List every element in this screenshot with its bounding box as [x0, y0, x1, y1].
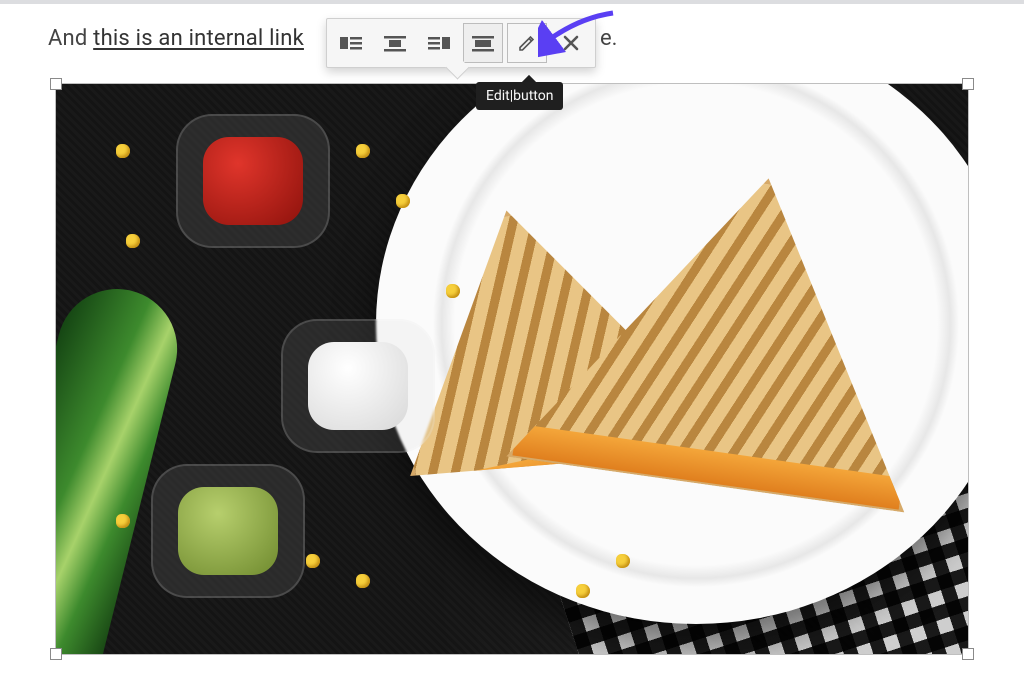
paragraph: And this is an internal link	[48, 26, 304, 51]
align-right-button[interactable]	[419, 23, 459, 63]
pencil-icon	[517, 33, 537, 53]
paragraph-suffix: e.	[600, 26, 617, 51]
resize-handle-bottom-right[interactable]	[962, 648, 974, 660]
tooltip: Edit|button	[476, 82, 563, 110]
image-content	[56, 84, 968, 654]
close-icon	[562, 34, 580, 52]
align-none-button[interactable]	[463, 23, 503, 63]
image-toolbar	[326, 18, 596, 68]
internal-link[interactable]: this is an internal link	[93, 26, 304, 51]
align-center-button[interactable]	[375, 23, 415, 63]
align-left-icon	[340, 34, 362, 52]
align-center-icon	[384, 34, 406, 52]
align-none-icon	[472, 34, 494, 52]
remove-button[interactable]	[551, 23, 591, 63]
paragraph-prefix: And	[48, 26, 93, 51]
align-left-button[interactable]	[331, 23, 371, 63]
edit-button[interactable]	[507, 23, 547, 63]
selected-image[interactable]	[56, 84, 968, 654]
resize-handle-bottom-left[interactable]	[50, 648, 62, 660]
resize-handle-top-left[interactable]	[50, 78, 62, 90]
tooltip-text: Edit|button	[486, 88, 553, 104]
align-right-icon	[428, 34, 450, 52]
resize-handle-top-right[interactable]	[962, 78, 974, 90]
